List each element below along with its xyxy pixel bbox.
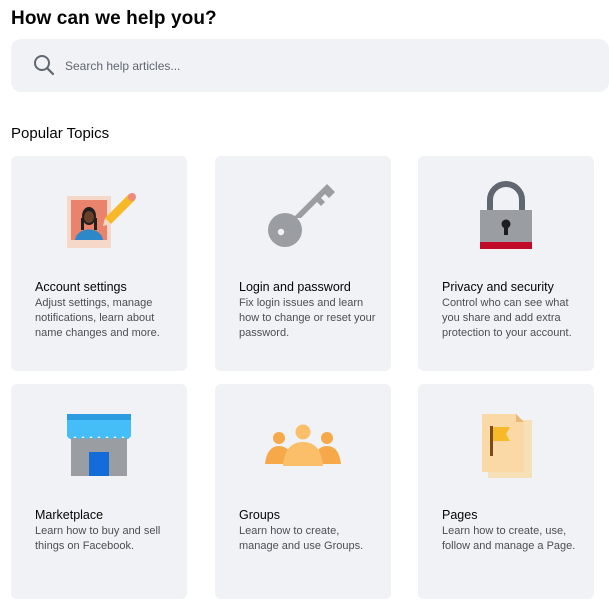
topic-description: Fix login issues and learn how to change…	[239, 297, 376, 339]
key-illustration	[268, 184, 335, 247]
section-title-popular-topics: Popular Topics	[11, 125, 110, 142]
search-bar[interactable]	[11, 39, 609, 92]
topic-card-privacy-and-security[interactable]: Privacy and security Control who can see…	[418, 156, 594, 371]
topic-title: Account settings	[35, 280, 127, 294]
topic-card-pages[interactable]: Pages Learn how to create, use, follow a…	[418, 384, 594, 599]
storefront-illustration	[67, 414, 131, 476]
topic-card-groups[interactable]: Groups Learn how to create, manage and u…	[215, 384, 391, 599]
topic-title: Privacy and security	[442, 280, 554, 294]
topic-description: Control who can see what you share and a…	[442, 297, 572, 339]
topic-card-marketplace[interactable]: Marketplace Learn how to buy and sell th…	[11, 384, 187, 599]
topic-description: Learn how to buy and sell things on Face…	[35, 525, 161, 552]
topic-title: Login and password	[239, 280, 351, 294]
topic-title: Pages	[442, 508, 478, 522]
search-icon	[34, 55, 55, 76]
topic-title: Marketplace	[35, 508, 104, 522]
page-flag-illustration	[482, 414, 532, 478]
topic-card-account-settings[interactable]: Account settings Adjust settings, manage…	[11, 156, 187, 371]
search-input[interactable]	[65, 55, 585, 77]
topic-title: Groups	[239, 508, 280, 522]
page-title: How can we help you?	[11, 8, 217, 29]
topic-card-login-and-password[interactable]: Login and password Fix login issues and …	[215, 156, 391, 371]
topic-description: Learn how to create, manage and use Grou…	[239, 525, 364, 552]
padlock-illustration	[480, 181, 532, 249]
people-group-illustration	[265, 424, 341, 466]
topic-description: Adjust settings, manage notifications, l…	[35, 297, 160, 339]
topic-description: Learn how to create, use, follow and man…	[442, 525, 576, 552]
account-settings-illustration	[67, 193, 136, 248]
help-center-page: How can we help you? Popular Topics	[0, 0, 609, 600]
